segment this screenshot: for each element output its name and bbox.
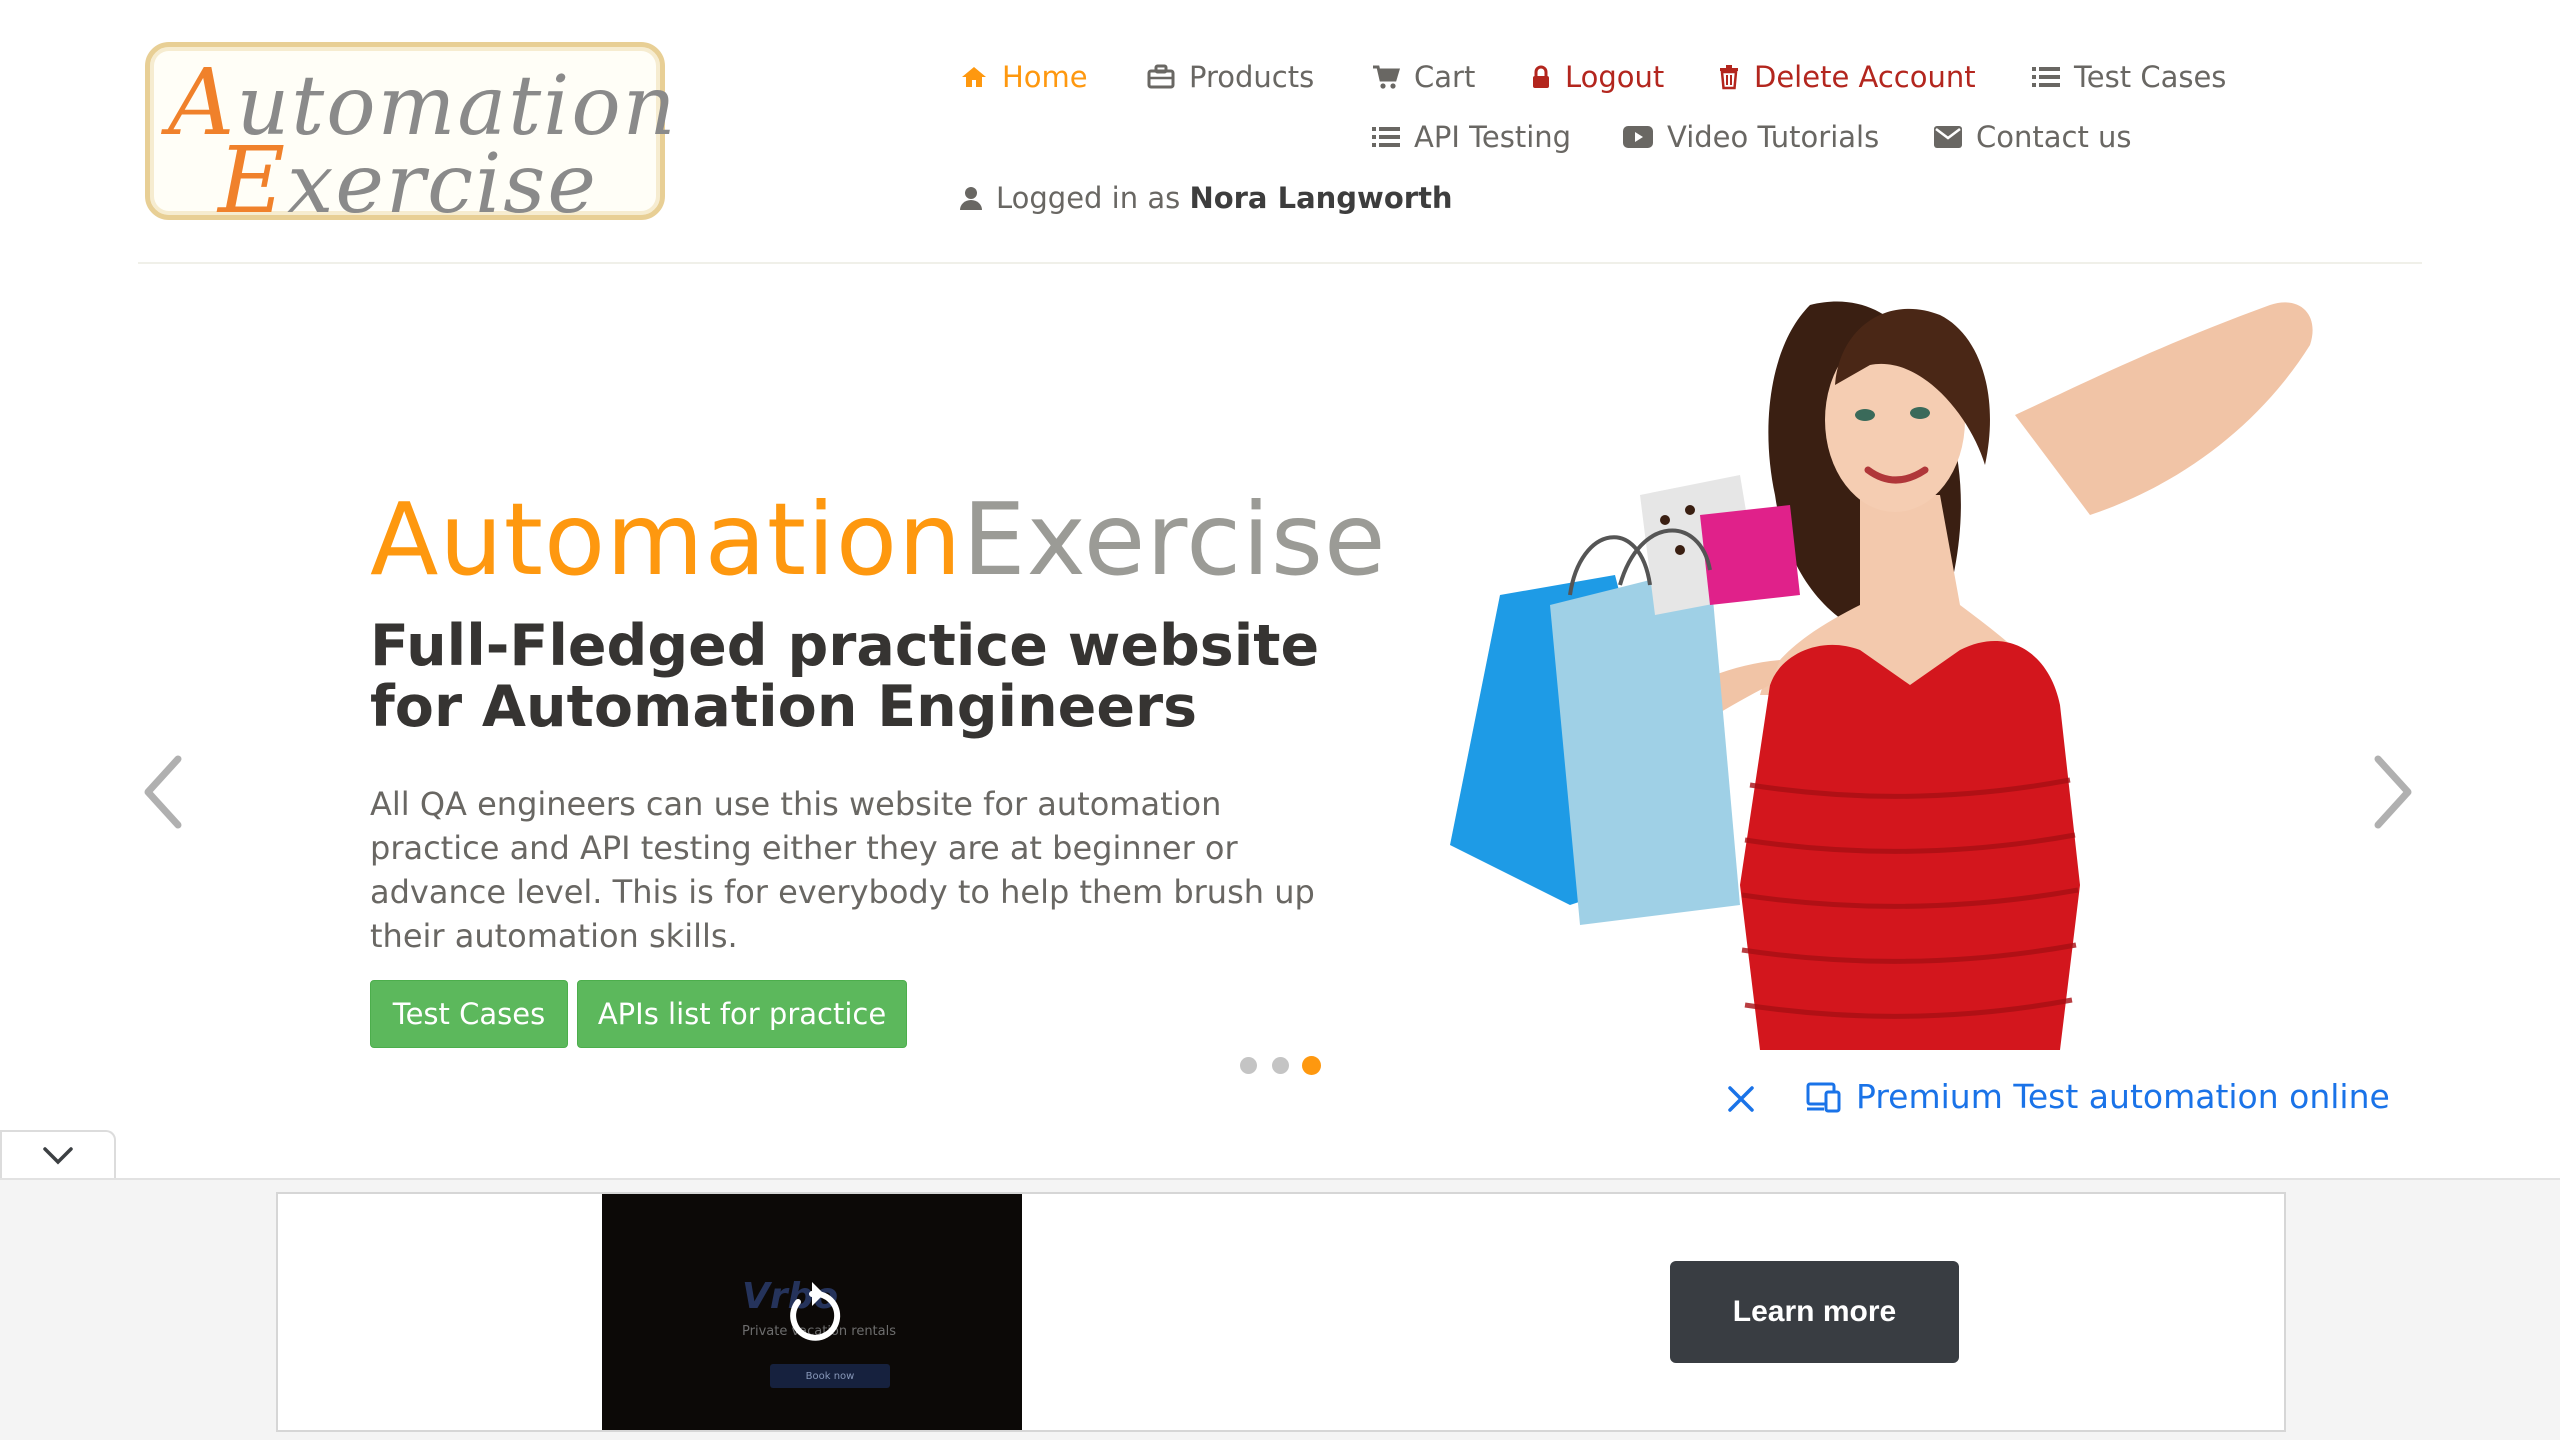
learn-more-button[interactable]: Learn more	[1670, 1261, 1959, 1363]
logo-line-2: Exercise	[218, 127, 598, 234]
close-icon	[1728, 1086, 1754, 1112]
slider-next-arrow[interactable]	[2372, 755, 2416, 833]
nav-cart-label: Cart	[1414, 60, 1476, 94]
home-icon	[962, 67, 986, 87]
ad-video-cta: Book now	[770, 1364, 890, 1388]
ad-banner[interactable]	[276, 1192, 2286, 1432]
nav-logout[interactable]: Logout	[1531, 60, 1664, 94]
hero-description: All QA engineers can use this website fo…	[370, 785, 1315, 955]
replay-icon	[790, 1282, 841, 1341]
replay-button[interactable]	[782, 1280, 842, 1348]
chevron-down-icon	[43, 1147, 73, 1165]
youtube-play-icon	[1623, 126, 1653, 148]
nav-video-tutorials[interactable]: Video Tutorials	[1623, 120, 1879, 154]
lock-icon	[1533, 65, 1549, 88]
ad-premium-link-label: Premium Test automation online	[1856, 1077, 2390, 1116]
slider-dot-1[interactable]	[1240, 1057, 1257, 1074]
nav-logout-label: Logout	[1565, 60, 1665, 94]
envelope-icon	[1934, 126, 1962, 148]
slider-prev-arrow[interactable]	[140, 755, 184, 833]
shopping-cart-icon	[1373, 65, 1400, 89]
nav-home-label: Home	[1002, 60, 1088, 94]
list-icon	[1372, 127, 1400, 147]
test-cases-button[interactable]: Test Cases	[370, 980, 568, 1048]
chevron-left-icon	[144, 755, 182, 829]
nav-video-tutorials-label: Video Tutorials	[1667, 120, 1880, 154]
logged-in-prefix: Logged in as	[996, 181, 1181, 215]
ad-close-button[interactable]	[1727, 1085, 1755, 1117]
nav-delete-account-label: Delete Account	[1754, 60, 1976, 94]
chevron-right-icon	[2374, 755, 2412, 829]
user-icon	[960, 187, 982, 210]
slider-dot-2[interactable]	[1272, 1057, 1289, 1074]
nav-test-cases[interactable]: Test Cases	[2032, 60, 2226, 94]
nav-contact-us-label: Contact us	[1976, 120, 2132, 154]
nav-test-cases-label: Test Cases	[2074, 60, 2227, 94]
nav-products-label: Products	[1189, 60, 1315, 94]
nav-cart[interactable]: Cart	[1372, 60, 1475, 94]
hero-title: AutomationExercise	[370, 481, 1387, 598]
briefcase-icon	[1147, 64, 1175, 89]
nav-contact-us[interactable]: Contact us	[1934, 120, 2132, 154]
header-divider	[138, 262, 2422, 264]
apis-list-button[interactable]: APIs list for practice	[577, 980, 907, 1048]
slider-dot-3[interactable]	[1302, 1056, 1321, 1075]
trash-icon	[1720, 65, 1738, 90]
ad-collapse-toggle[interactable]	[0, 1130, 116, 1180]
nav-home[interactable]: Home	[960, 60, 1088, 94]
devices-icon	[1806, 1082, 1841, 1112]
list-icon	[2032, 67, 2060, 87]
ad-premium-link[interactable]: Premium Test automation online	[1806, 1077, 2390, 1116]
nav-api-testing[interactable]: API Testing	[1372, 120, 1571, 154]
ad-video[interactable]: Vrbo Private vacation rentals Book now	[602, 1194, 1022, 1430]
site-logo[interactable]: Automation Exercise	[145, 42, 676, 227]
logged-in-status: Logged in as Nora Langworth	[960, 181, 1453, 215]
nav-api-testing-label: API Testing	[1414, 120, 1572, 154]
nav-products[interactable]: Products	[1147, 60, 1314, 94]
logged-in-username: Nora Langworth	[1189, 181, 1453, 215]
nav-delete-account[interactable]: Delete Account	[1718, 60, 1976, 94]
hero-subtitle: Full-Fledged practice website for Automa…	[370, 613, 1320, 740]
hero-image-shopping-woman	[1450, 301, 2313, 1050]
